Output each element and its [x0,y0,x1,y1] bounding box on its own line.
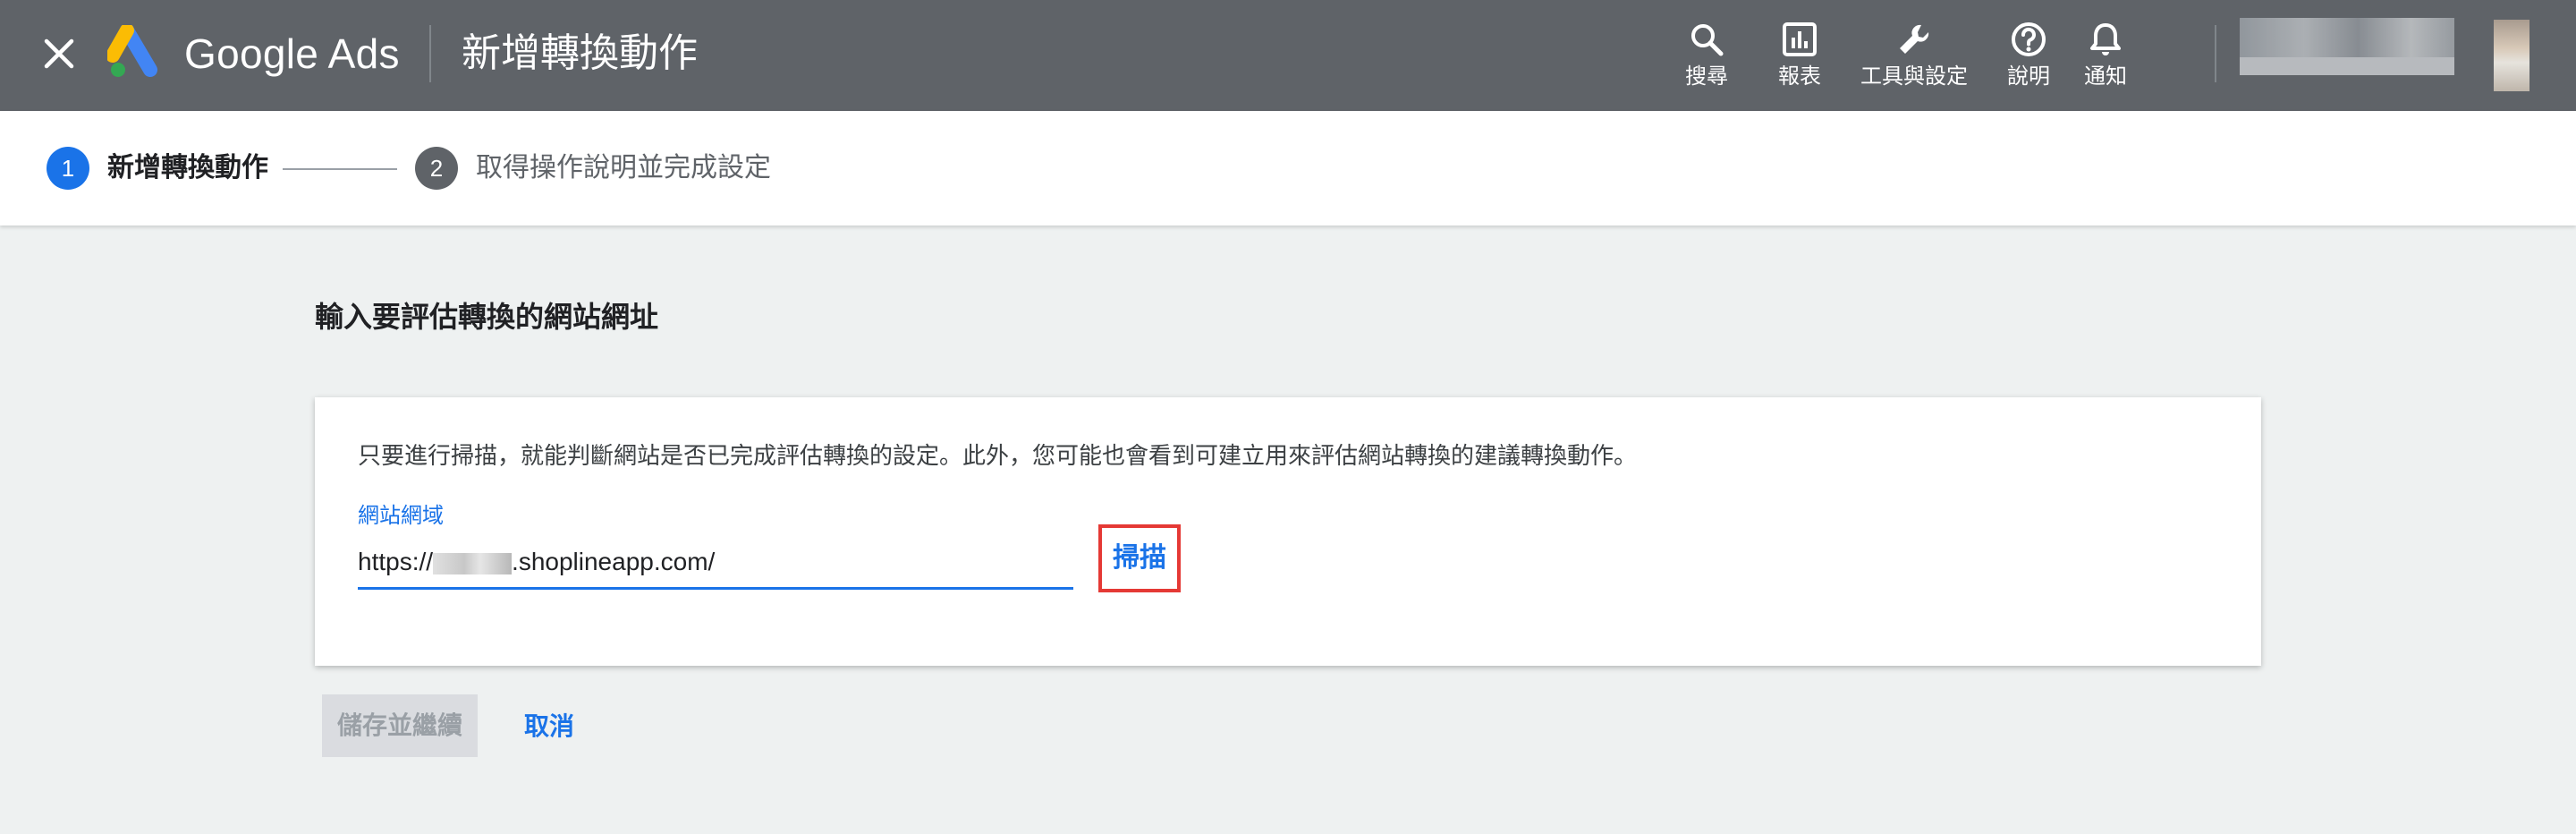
url-redacted-part [433,552,513,574]
toolbar-search-button[interactable]: 搜尋 [1653,16,1760,106]
reports-icon [1783,22,1817,56]
bell-icon [2090,23,2121,55]
toolbar-divider [2215,25,2216,82]
top-app-bar: Google Ads 新增轉換動作 搜尋 報表 工具與設定 說明 通知 [0,0,2576,111]
logo-text: Google Ads [184,30,400,77]
google-ads-logo-icon [107,25,157,77]
account-info-redacted[interactable] [2240,18,2454,75]
scan-button[interactable]: 掃描 [1098,524,1181,592]
website-domain-label: 網站網域 [358,504,444,528]
step-1-label: 新增轉換動作 [107,153,268,183]
stepper: 1 新增轉換動作 2 取得操作說明並完成設定 [0,111,2576,226]
title-divider [429,25,431,82]
help-icon [2012,22,2046,56]
url-value: https:// .shoplineapp.com/ [358,546,715,578]
step-1-number: 1 [47,147,89,190]
toolbar-reports-button[interactable]: 報表 [1746,16,1853,106]
cancel-button[interactable]: 取消 [524,711,574,743]
wrench-icon [1900,24,1929,54]
step-2-number: 2 [415,147,458,190]
step-connector [283,168,397,170]
toolbar-tools-button[interactable]: 工具與設定 [1860,16,1968,106]
toolbar-notifications-button[interactable]: 通知 [2052,16,2159,106]
url-prefix: https:// [358,548,434,575]
url-card: 只要進行掃描，就能判斷網站是否已完成評估轉換的設定。此外，您可能也會看到可建立用… [315,397,2261,666]
toolbar-notifications-label: 通知 [2084,64,2127,89]
search-icon [1691,24,1724,56]
step-2-label: 取得操作說明並完成設定 [476,153,771,183]
avatar[interactable] [2494,20,2529,91]
save-and-continue-button[interactable]: 儲存並繼續 [322,694,478,757]
card-description: 只要進行掃描，就能判斷網站是否已完成評估轉換的設定。此外，您可能也會看到可建立用… [358,442,1638,469]
url-suffix: .shoplineapp.com/ [512,548,716,575]
toolbar-tools-label: 工具與設定 [1860,64,1968,89]
section-heading: 輸入要評估轉換的網站網址 [315,301,659,333]
page-title: 新增轉換動作 [462,31,698,75]
toolbar-reports-label: 報表 [1778,64,1821,89]
toolbar-search-label: 搜尋 [1685,64,1728,89]
close-icon[interactable] [38,32,80,75]
website-url-input[interactable]: https:// .shoplineapp.com/ [358,540,1073,590]
